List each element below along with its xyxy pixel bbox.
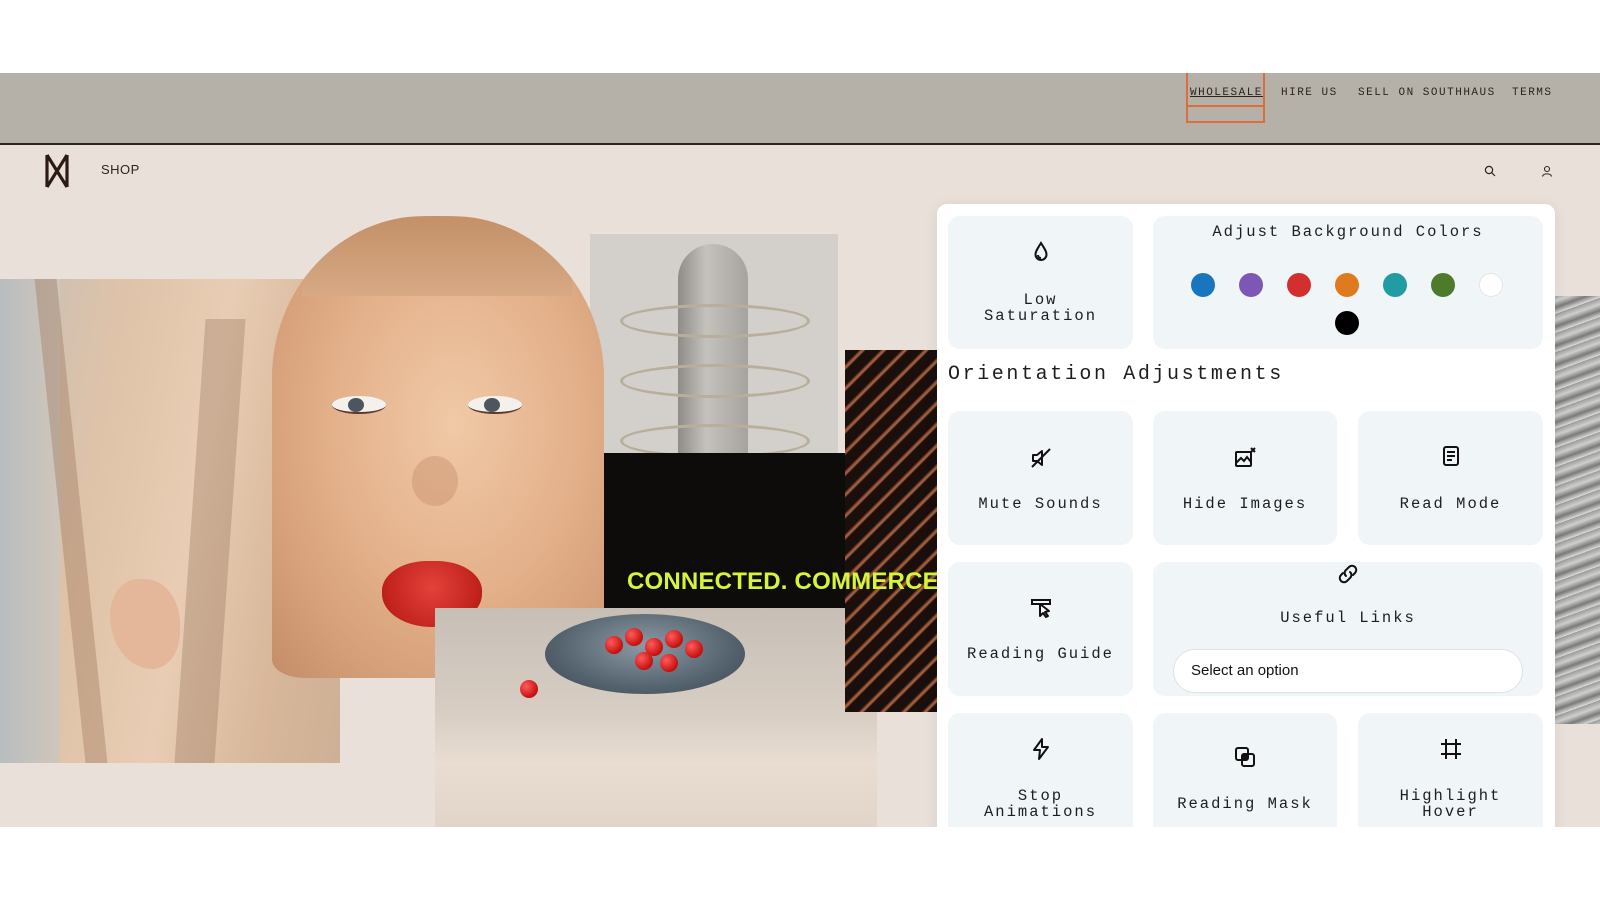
hire-us-link[interactable]: HIRE US	[1281, 87, 1338, 99]
brand-monogram-icon[interactable]	[44, 153, 70, 189]
mask-layers-icon	[1233, 745, 1257, 769]
swatch-blue[interactable]	[1191, 273, 1215, 297]
swatch-teal[interactable]	[1383, 273, 1407, 297]
terms-link[interactable]: TERMS	[1512, 87, 1553, 99]
droplet-icon	[1029, 240, 1053, 264]
background-colors-card: Adjust Background Colors	[1153, 216, 1543, 349]
low-saturation-button[interactable]: Low Saturation	[948, 216, 1133, 349]
swatch-red[interactable]	[1287, 273, 1311, 297]
useful-links-select[interactable]: Select an option	[1173, 649, 1523, 693]
swatch-orange[interactable]	[1335, 273, 1359, 297]
hide-images-label: Hide Images	[1182, 495, 1308, 513]
reading-mask-button[interactable]: Reading Mask	[1153, 713, 1337, 827]
stop-animations-label: Stop Animations	[983, 787, 1097, 821]
reading-mask-label: Reading Mask	[1177, 795, 1313, 813]
orientation-section-title: Orientation Adjustments	[948, 363, 1284, 386]
user-icon[interactable]	[1541, 165, 1553, 177]
wholesale-link[interactable]: WHOLESALE	[1190, 87, 1263, 99]
frame-icon	[1439, 737, 1463, 761]
hide-images-button[interactable]: Hide Images	[1153, 411, 1337, 545]
read-mode-button[interactable]: Read Mode	[1358, 411, 1543, 545]
swatch-green[interactable]	[1431, 273, 1455, 297]
reading-guide-button[interactable]: Reading Guide	[948, 562, 1133, 696]
search-icon[interactable]	[1484, 165, 1496, 177]
swatch-black[interactable]	[1335, 311, 1359, 335]
main-nav: SHOP	[0, 147, 1600, 197]
link-icon	[1336, 562, 1360, 586]
document-icon	[1439, 444, 1463, 468]
mute-sounds-button[interactable]: Mute Sounds	[948, 411, 1133, 545]
utility-bar: WHOLESALE HIRE US SELL ON SOUTHHAUS TERM…	[0, 73, 1600, 145]
useful-links-label: Useful Links	[1280, 609, 1416, 627]
cherries-bowl-photo	[435, 608, 877, 827]
lightning-icon	[1029, 737, 1053, 761]
hide-image-icon	[1233, 446, 1257, 470]
useful-links-card: Useful Links Select an option	[1153, 562, 1543, 696]
low-saturation-label: Low Saturation	[983, 291, 1097, 325]
pointer-guide-icon	[1029, 595, 1053, 619]
background-colors-title: Adjust Background Colors	[1212, 223, 1484, 241]
stop-animations-button[interactable]: Stop Animations	[948, 713, 1133, 827]
highlight-hover-label: Highlight Hover	[1399, 787, 1502, 821]
shopping-carts-photo	[845, 350, 940, 712]
muted-speaker-icon	[1029, 446, 1053, 470]
website-frame: WHOLESALE HIRE US SELL ON SOUTHHAUS TERM…	[0, 73, 1600, 827]
accessibility-panel: Low Saturation Adjust Background Colors …	[937, 204, 1555, 827]
swatch-purple[interactable]	[1239, 273, 1263, 297]
mute-sounds-label: Mute Sounds	[978, 495, 1103, 513]
foil-photo	[1552, 296, 1600, 724]
shop-link[interactable]: SHOP	[101, 162, 140, 177]
reading-guide-label: Reading Guide	[967, 645, 1114, 663]
swatch-white[interactable]	[1479, 273, 1503, 297]
highlight-hover-button[interactable]: Highlight Hover	[1358, 713, 1543, 827]
read-mode-label: Read Mode	[1399, 495, 1502, 513]
sell-on-southhaus-link[interactable]: SELL ON SOUTHHAUS	[1358, 87, 1496, 99]
hero-tagline: CONNECTED. COMMERCE	[627, 568, 937, 595]
